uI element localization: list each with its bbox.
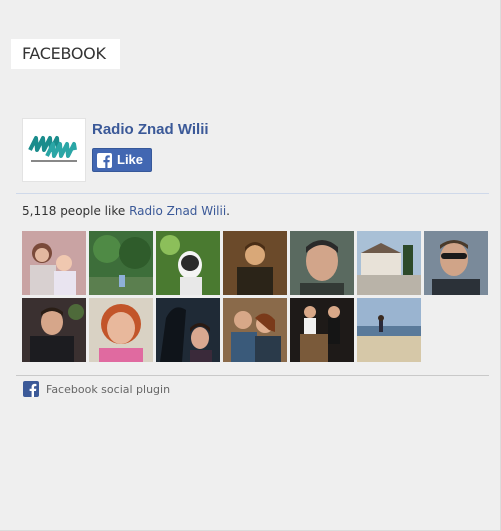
like-button[interactable]: Like — [92, 148, 152, 172]
fan-photo-7[interactable] — [424, 231, 488, 295]
fan-photo-image — [223, 231, 287, 295]
likes-suffix: . — [226, 204, 230, 218]
fan-photo-12[interactable] — [290, 298, 354, 362]
likes-page-link[interactable]: Radio Znad Wilii — [129, 204, 226, 218]
fan-photo-image — [290, 298, 354, 362]
fan-photo-image — [89, 231, 153, 295]
fan-photo-5[interactable] — [290, 231, 354, 295]
fan-photo-image — [156, 231, 220, 295]
likes-count: 5,118 — [22, 204, 57, 218]
fan-photo-image — [223, 298, 287, 362]
widget-frame: FACEBOOK Radio Znad Wilii Like 5,118 peo… — [0, 0, 501, 531]
fan-photo-image — [424, 231, 488, 295]
fan-photo-2[interactable] — [89, 231, 153, 295]
facebook-f-icon — [23, 381, 39, 397]
fan-photo-6[interactable] — [357, 231, 421, 295]
like-button-label: Like — [117, 152, 144, 167]
fan-photo-10[interactable] — [156, 298, 220, 362]
fan-photo-3[interactable] — [156, 231, 220, 295]
fan-photo-image — [22, 231, 86, 295]
footer-divider — [16, 375, 489, 376]
likes-text: people like — [60, 204, 126, 218]
fan-photo-8[interactable] — [22, 298, 86, 362]
facebook-f-icon — [97, 153, 112, 168]
fan-photo-11[interactable] — [223, 298, 287, 362]
page-logo[interactable] — [22, 118, 86, 182]
fan-photo-image — [156, 298, 220, 362]
likes-count-text: 5,118 people like Radio Znad Wilii. — [22, 204, 230, 218]
header-divider — [16, 193, 489, 194]
page-name-link[interactable]: Radio Znad Wilii — [92, 121, 209, 138]
radio-logo-icon — [23, 119, 85, 181]
fan-photo-image — [357, 231, 421, 295]
fan-photo-13[interactable] — [357, 298, 421, 362]
fan-photo-4[interactable] — [223, 231, 287, 295]
fan-photo-image — [357, 298, 421, 362]
fan-photo-image — [290, 231, 354, 295]
widget-heading: FACEBOOK — [11, 39, 120, 69]
social-plugin-label: Facebook social plugin — [46, 383, 171, 396]
fan-photo-1[interactable] — [22, 231, 86, 295]
fan-photo-9[interactable] — [89, 298, 153, 362]
fan-photo-image — [89, 298, 153, 362]
fan-photo-image — [22, 298, 86, 362]
